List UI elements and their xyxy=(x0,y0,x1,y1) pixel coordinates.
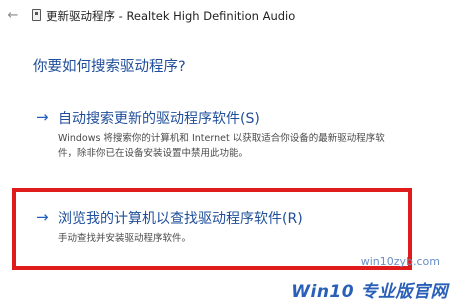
back-arrow-icon: ← xyxy=(7,7,19,23)
watermark-logo: Win10 专业版官网 xyxy=(291,282,448,302)
auto-search-title[interactable]: 自动搜索更新的驱动程序软件(S) xyxy=(58,108,260,128)
arrow-right-icon: → xyxy=(36,108,49,126)
device-icon xyxy=(32,9,41,21)
auto-search-description-line2: 件，除非你已在设备安装设置中禁用此功能。 xyxy=(58,148,249,159)
highlight-box xyxy=(12,188,412,270)
page-question: 你要如何搜索驱动程序? xyxy=(33,59,186,75)
browse-computer-title[interactable]: 浏览我的计算机以查找驱动程序软件(R) xyxy=(58,208,303,228)
watermark-url: win10zyb.com xyxy=(360,255,440,268)
auto-search-description-line1: Windows 将搜索你的计算机和 Internet 以获取适合你设备的最新驱动… xyxy=(58,133,385,144)
browse-computer-description: 手动查找并安装驱动程序软件。 xyxy=(58,233,192,244)
title-bar: ← 更新驱动程序 - Realtek High Definition Audio xyxy=(0,0,458,30)
back-button[interactable]: ← xyxy=(4,6,22,24)
window-title: 更新驱动程序 - Realtek High Definition Audio xyxy=(46,9,296,23)
arrow-right-icon: → xyxy=(36,208,49,226)
